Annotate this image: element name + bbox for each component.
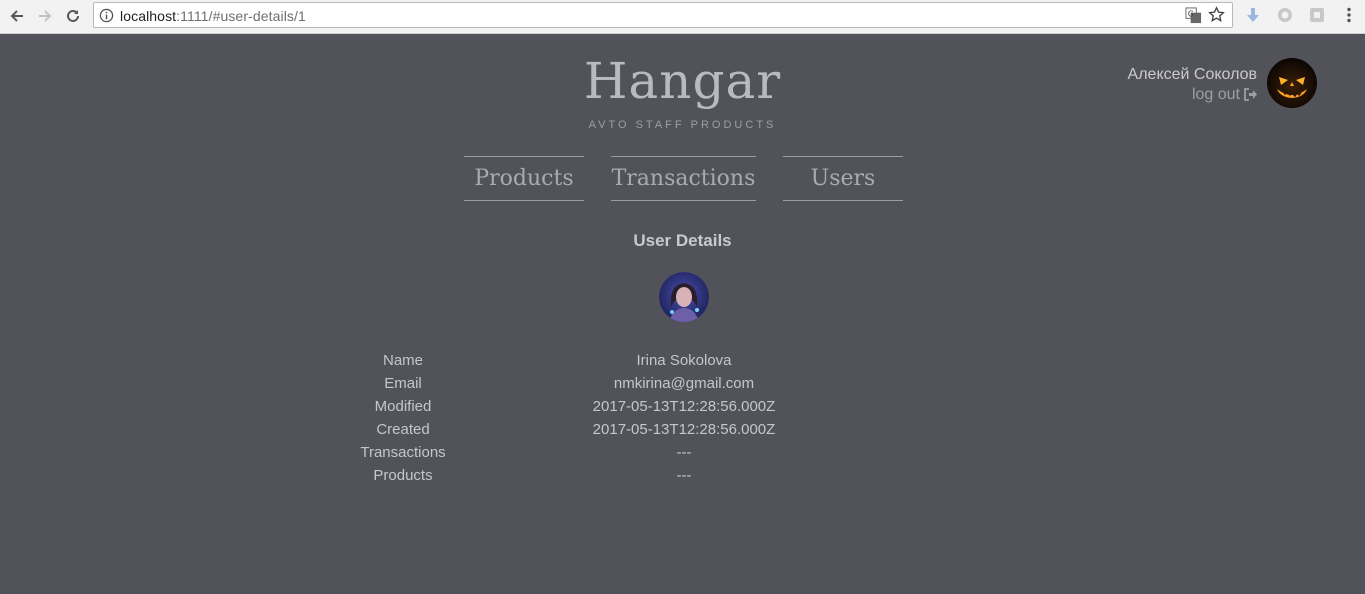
detail-row: Created 2017-05-13T12:28:56.000Z [0,421,1365,444]
detail-row: Email nmkirina@gmail.com [0,375,1365,398]
detail-row: Products --- [0,467,1365,490]
user-name: Алексей Соколов [1127,66,1257,83]
url-path: :1111/#user-details/1 [176,8,306,24]
detail-value: 2017-05-13T12:28:56.000Z [592,421,776,438]
back-icon[interactable] [5,5,29,27]
current-user-avatar[interactable] [1267,58,1317,108]
detail-row: Name Irina Sokolova [0,352,1365,375]
browser-toolbar: localhost:1111/#user-details/1 G [0,0,1365,34]
url-host: localhost [120,8,177,24]
current-user: Алексей Соколов log out [1128,66,1257,104]
address-bar[interactable]: localhost:1111/#user-details/1 G [93,2,1233,28]
nav-users[interactable]: Users [783,156,903,201]
page-content: Hangar AVTO STAFF PRODUCTS Алексей Сокол… [0,34,1365,594]
detail-label: Products [373,467,433,484]
user-details-table: Name Irina Sokolova Email nmkirina@gmail… [0,352,1365,490]
download-extension-icon[interactable] [1245,7,1261,23]
detail-label: Email [384,375,422,392]
detail-row: Transactions --- [0,444,1365,467]
square-extension-icon[interactable] [1309,7,1325,23]
detail-label: Name [382,352,423,369]
nav-products[interactable]: Products [464,156,584,201]
sign-out-icon [1244,88,1257,101]
detail-value: nmkirina@gmail.com [613,375,755,392]
detail-value: --- [676,444,692,461]
circle-extension-icon[interactable] [1277,7,1293,23]
svg-text:G: G [1188,9,1194,18]
detail-row: Modified 2017-05-13T12:28:56.000Z [0,398,1365,421]
nav-transactions[interactable]: Transactions [611,156,756,201]
logout-link[interactable]: log out [1128,86,1257,104]
reload-icon[interactable] [61,5,85,27]
menu-icon[interactable] [1341,7,1357,23]
detail-label: Transactions [360,444,446,461]
info-icon[interactable] [99,8,114,26]
address-url[interactable]: localhost:1111/#user-details/1 [120,8,306,24]
user-avatar [659,272,709,322]
detail-value: Irina Sokolova [636,352,732,369]
detail-label: Created [376,421,430,438]
detail-label: Modified [374,398,432,415]
site-tagline: AVTO STAFF PRODUCTS [588,119,777,131]
forward-icon[interactable] [33,5,57,27]
detail-value: 2017-05-13T12:28:56.000Z [592,398,776,415]
bookmark-star-icon[interactable] [1208,6,1225,26]
logout-label: log out [1191,86,1240,103]
detail-value: --- [676,467,692,484]
translate-icon[interactable]: G [1185,7,1202,27]
page-title: User Details [633,231,732,250]
